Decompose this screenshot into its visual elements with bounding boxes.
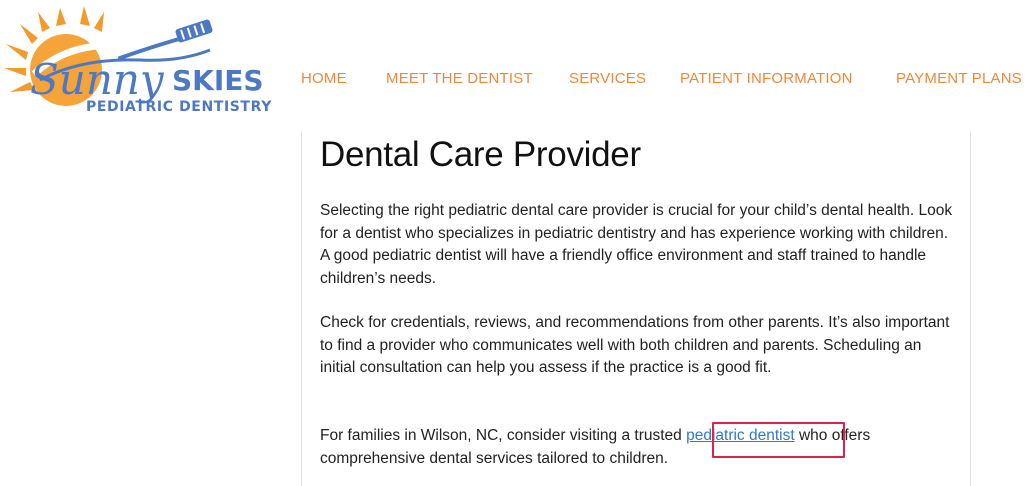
logo-tagline: PEDIATRIC DENTISTRY <box>86 99 272 115</box>
article-content: Dental Care Provider Selecting the right… <box>301 131 971 486</box>
site-logo[interactable]: Sunny SKIES PEDIATRIC DENTISTRY <box>0 0 285 130</box>
paragraph-2: Check for credentials, reviews, and reco… <box>320 314 950 376</box>
page-title: Dental Care Provider <box>320 135 641 174</box>
paragraph-1: Selecting the right pediatric dental car… <box>320 202 953 287</box>
nav-item-home[interactable]: HOME <box>301 69 347 89</box>
paragraph-3: For families in Wilson, NC, consider vis… <box>320 425 960 470</box>
nav-item-meet-the-dentist[interactable]: MEET THE DENTIST <box>386 69 533 89</box>
nav-item-patient-information[interactable]: PATIENT INFORMATION <box>680 69 853 89</box>
nav-item-services[interactable]: SERVICES <box>569 69 646 89</box>
paragraph-3-intro: For families in Wilson, NC, consider vis… <box>320 427 687 444</box>
nav-item-payment-plans[interactable]: PAYMENT PLANS <box>896 69 1022 89</box>
pediatric-dentist-link[interactable]: pediatric dentist <box>686 427 795 444</box>
main-nav: HOME MEET THE DENTIST SERVICES PATIENT I… <box>0 69 1030 89</box>
